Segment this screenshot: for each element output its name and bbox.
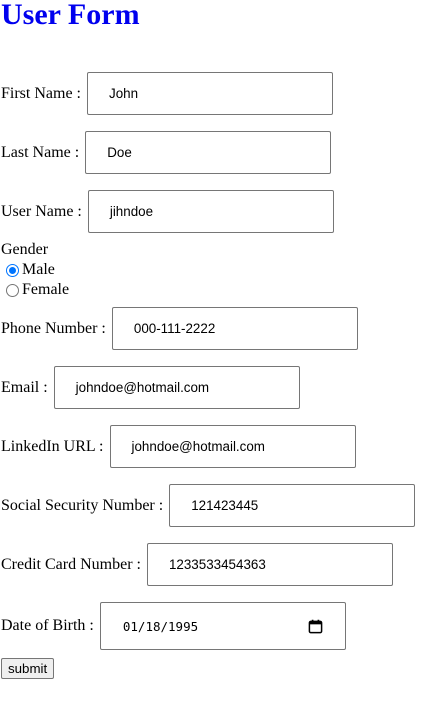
- dob-label: Date of Birth :: [1, 617, 94, 634]
- credit-card-row: Credit Card Number : 1233533454363: [1, 543, 393, 586]
- gender-option-female[interactable]: Female: [6, 280, 69, 300]
- linkedin-row: LinkedIn URL : johndoe@hotmail.com: [1, 425, 356, 468]
- user-name-row: User Name : jihndoe: [1, 190, 334, 233]
- submit-button[interactable]: submit: [1, 658, 55, 679]
- email-label: Email :: [1, 378, 48, 396]
- gender-option-male[interactable]: Male: [6, 260, 55, 280]
- male-radio[interactable]: [6, 263, 19, 277]
- female-radio[interactable]: [6, 283, 19, 297]
- phone-label: Phone Number :: [1, 319, 106, 337]
- dob-row: Date of Birth : 01/18/1995: [1, 602, 346, 650]
- ssn-input[interactable]: 121423445: [169, 484, 416, 527]
- credit-card-input[interactable]: 1233533454363: [146, 543, 393, 586]
- last-name-label: Last Name :: [1, 143, 80, 161]
- credit-card-label: Credit Card Number :: [1, 555, 141, 573]
- first-name-input[interactable]: John: [87, 72, 333, 115]
- linkedin-input[interactable]: johndoe@hotmail.com: [109, 425, 356, 468]
- female-radio-label: Female: [22, 281, 70, 298]
- phone-input[interactable]: 000-111-2222: [111, 307, 358, 350]
- dob-input[interactable]: 01/18/1995: [99, 602, 346, 650]
- phone-row: Phone Number : 000-111-2222: [1, 307, 358, 350]
- email-input[interactable]: johndoe@hotmail.com: [53, 366, 300, 409]
- male-radio-label: Male: [22, 261, 55, 278]
- ssn-row: Social Security Number : 121423445: [1, 484, 416, 527]
- last-name-input[interactable]: Doe: [85, 131, 332, 174]
- page-title: User Form: [1, 0, 140, 31]
- first-name-row: First Name : John: [1, 72, 333, 115]
- user-name-input[interactable]: jihndoe: [87, 190, 334, 233]
- email-row: Email : johndoe@hotmail.com: [1, 366, 300, 409]
- dob-value: 01/18/1995: [122, 618, 199, 634]
- ssn-label: Social Security Number :: [1, 496, 164, 514]
- last-name-row: Last Name : Doe: [1, 131, 332, 174]
- first-name-label: First Name :: [1, 84, 81, 102]
- linkedin-label: LinkedIn URL :: [1, 437, 104, 455]
- gender-label: Gender: [1, 241, 49, 258]
- user-name-label: User Name :: [1, 202, 82, 220]
- calendar-icon[interactable]: [308, 619, 323, 634]
